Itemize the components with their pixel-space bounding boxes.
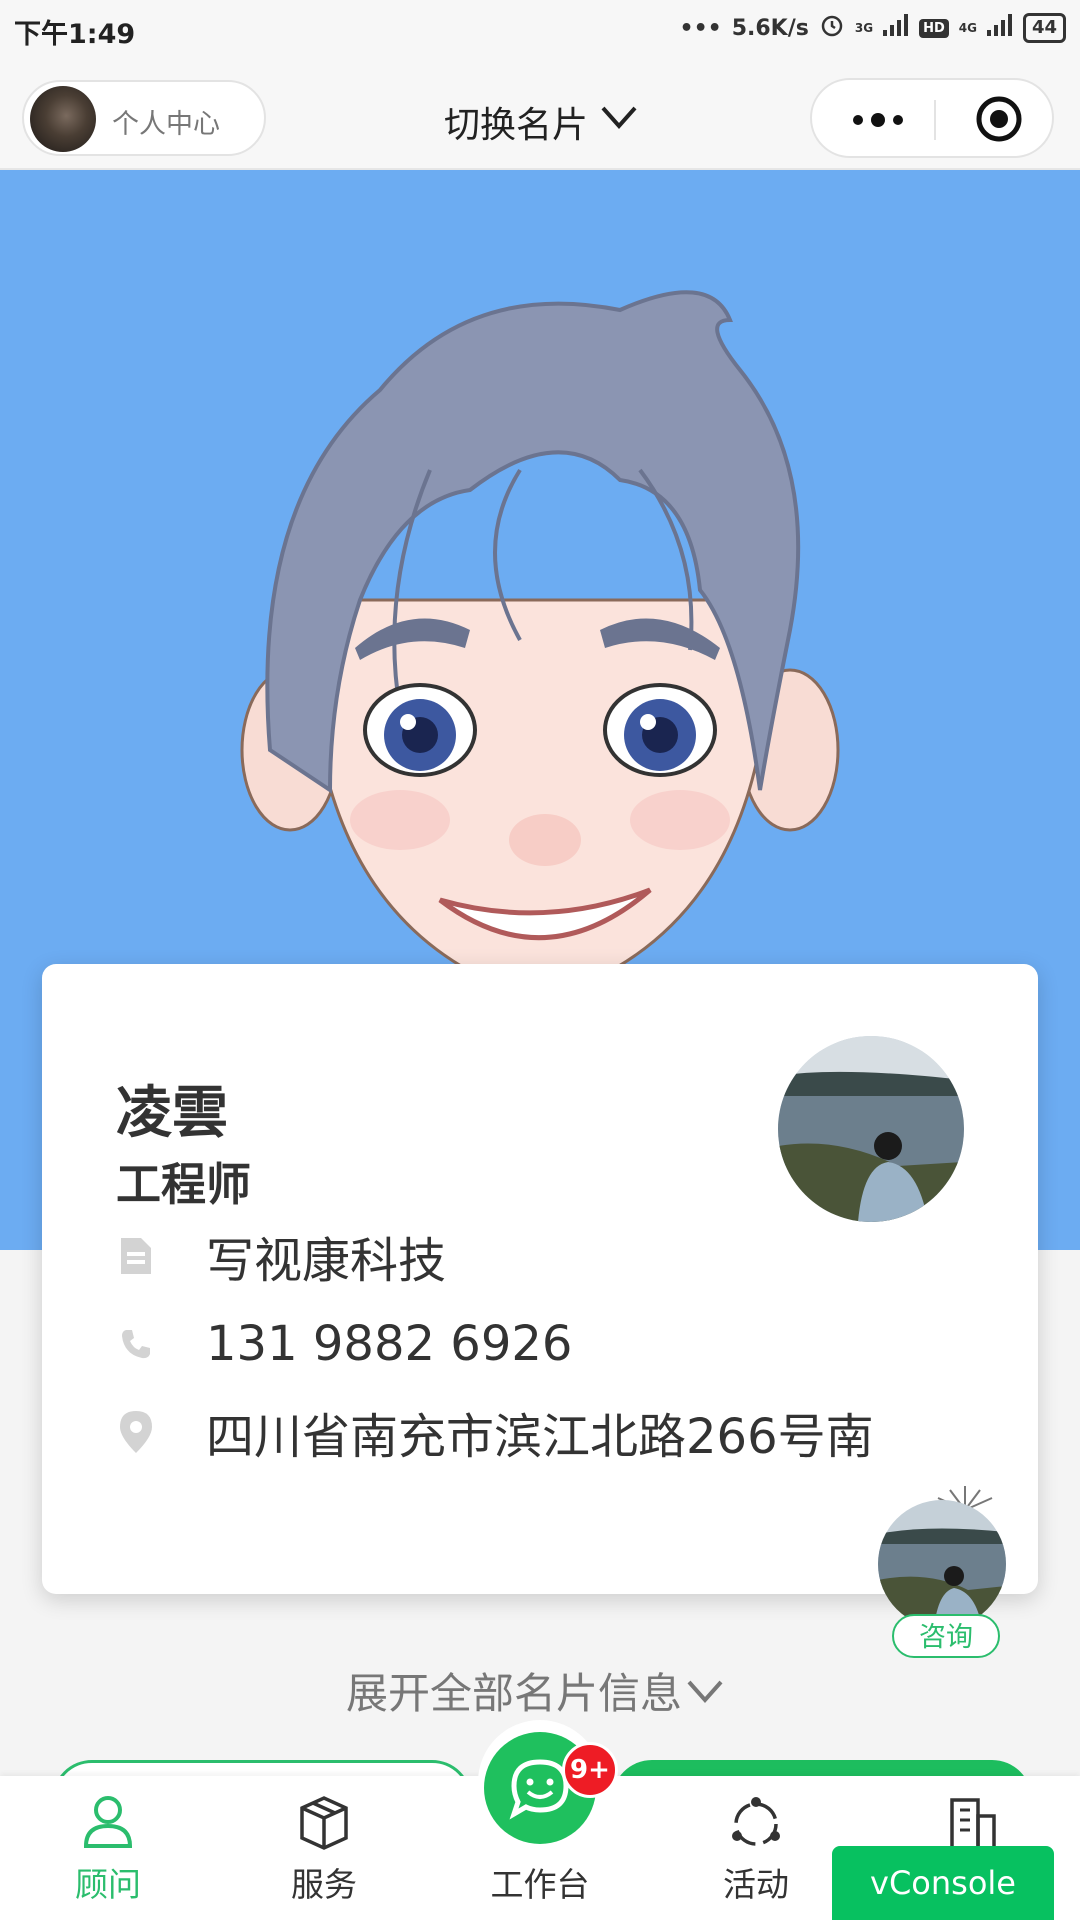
box-icon	[300, 1796, 348, 1850]
chevron-down-icon	[687, 1680, 723, 1703]
hd-badge: HD	[919, 18, 949, 38]
profile-center-label: 个人中心	[112, 109, 220, 140]
tab-advisor[interactable]: 顾问	[48, 1794, 168, 1906]
alarm-icon	[819, 12, 845, 44]
business-card: 凌雲 工程师 写视康科技 131 9882 6926 四川省南充市滨江北路266…	[42, 964, 1038, 1594]
consult-avatar[interactable]	[878, 1500, 1006, 1628]
status-time: 下午1:49	[14, 19, 136, 50]
chevron-down-icon[interactable]	[600, 104, 638, 130]
notification-badge: 9+	[562, 1742, 618, 1798]
tab-label: 顾问	[75, 1865, 141, 1904]
tab-label: 服务	[291, 1865, 357, 1904]
avatar	[778, 1036, 964, 1222]
phone-row[interactable]: 131 9882 6926	[116, 1314, 572, 1374]
capsule-divider	[934, 100, 936, 140]
phone-icon	[116, 1324, 156, 1364]
tab-activities[interactable]: 活动	[696, 1794, 816, 1906]
phone-number[interactable]: 131 9882 6926	[206, 1316, 572, 1372]
location-pin-icon	[116, 1411, 156, 1453]
document-icon	[116, 1236, 156, 1276]
consult-button[interactable]: 咨询	[892, 1614, 1000, 1658]
battery-icon: 44	[1022, 13, 1066, 43]
tab-workbench[interactable]: 工作台	[480, 1858, 600, 1906]
signal-icon	[883, 14, 909, 42]
close-target-icon[interactable]	[974, 94, 1024, 144]
net-3g-label: 3G	[854, 21, 874, 35]
mini-program-capsule	[810, 78, 1054, 158]
card-job-title: 工程师	[116, 1158, 252, 1211]
company-row: 写视康科技	[116, 1226, 446, 1289]
address-row[interactable]: 四川省南充市滨江北路266号南	[116, 1402, 874, 1465]
more-dots-icon: •••	[679, 15, 722, 41]
more-icon[interactable]	[850, 100, 906, 140]
activity-icon	[732, 1797, 780, 1846]
tab-label: 活动	[723, 1865, 789, 1904]
net-4g-label: 4G	[958, 21, 977, 35]
profile-center-button[interactable]: 个人中心	[22, 80, 266, 156]
switch-card-title[interactable]: 切换名片	[444, 96, 588, 148]
expand-label: 展开全部名片信息	[346, 1669, 683, 1718]
card-name: 凌雲	[116, 1081, 228, 1146]
vconsole-button[interactable]: vConsole	[832, 1846, 1054, 1920]
building-icon	[950, 1798, 996, 1850]
nav-bar: 个人中心 切换名片	[0, 60, 1080, 170]
status-icons: ••• 5.6K/s 3G HD 4G 44	[680, 12, 1066, 44]
person-icon	[83, 1796, 133, 1848]
address[interactable]: 四川省南充市滨江北路266号南	[206, 1397, 874, 1467]
expand-card-info-button[interactable]: 展开全部名片信息	[346, 1660, 724, 1721]
company-name: 写视康科技	[206, 1233, 447, 1289]
status-bar: 下午1:49 ••• 5.6K/s 3G HD 4G 44	[0, 0, 1080, 60]
tab-label: 工作台	[490, 1865, 590, 1904]
signal-icon	[986, 14, 1013, 42]
tab-services[interactable]: 服务	[264, 1794, 384, 1906]
network-speed: 5.6K/s	[731, 15, 809, 41]
avatar	[30, 86, 96, 152]
